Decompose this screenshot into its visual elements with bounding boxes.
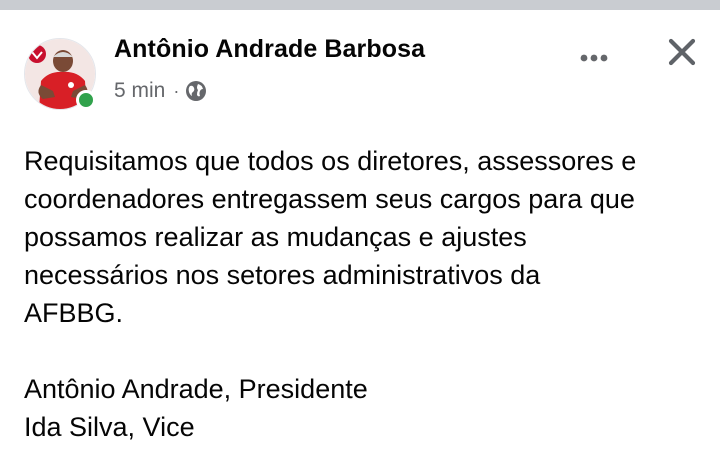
post-timestamp[interactable]: 5 min (114, 79, 165, 103)
top-divider (0, 0, 720, 10)
post-card: Antônio Andrade Barbosa 5 min · Requisit… (0, 10, 720, 460)
online-status-indicator (76, 90, 96, 110)
post-paragraph: Requisitamos que todos os diretores, ass… (24, 146, 637, 328)
more-options-icon[interactable] (574, 38, 614, 78)
author-avatar[interactable] (24, 38, 98, 112)
signature-president: Antônio Andrade, Presidente (24, 374, 368, 404)
close-icon[interactable] (660, 30, 704, 74)
post-meta: 5 min · (114, 79, 207, 103)
post-text: Requisitamos que todos os diretores, ass… (24, 142, 704, 446)
signature-vice: Ida Silva, Vice (24, 412, 195, 442)
meta-separator: · (173, 80, 180, 101)
globe-icon[interactable] (185, 80, 207, 102)
author-name[interactable]: Antônio Andrade Barbosa (114, 35, 425, 64)
